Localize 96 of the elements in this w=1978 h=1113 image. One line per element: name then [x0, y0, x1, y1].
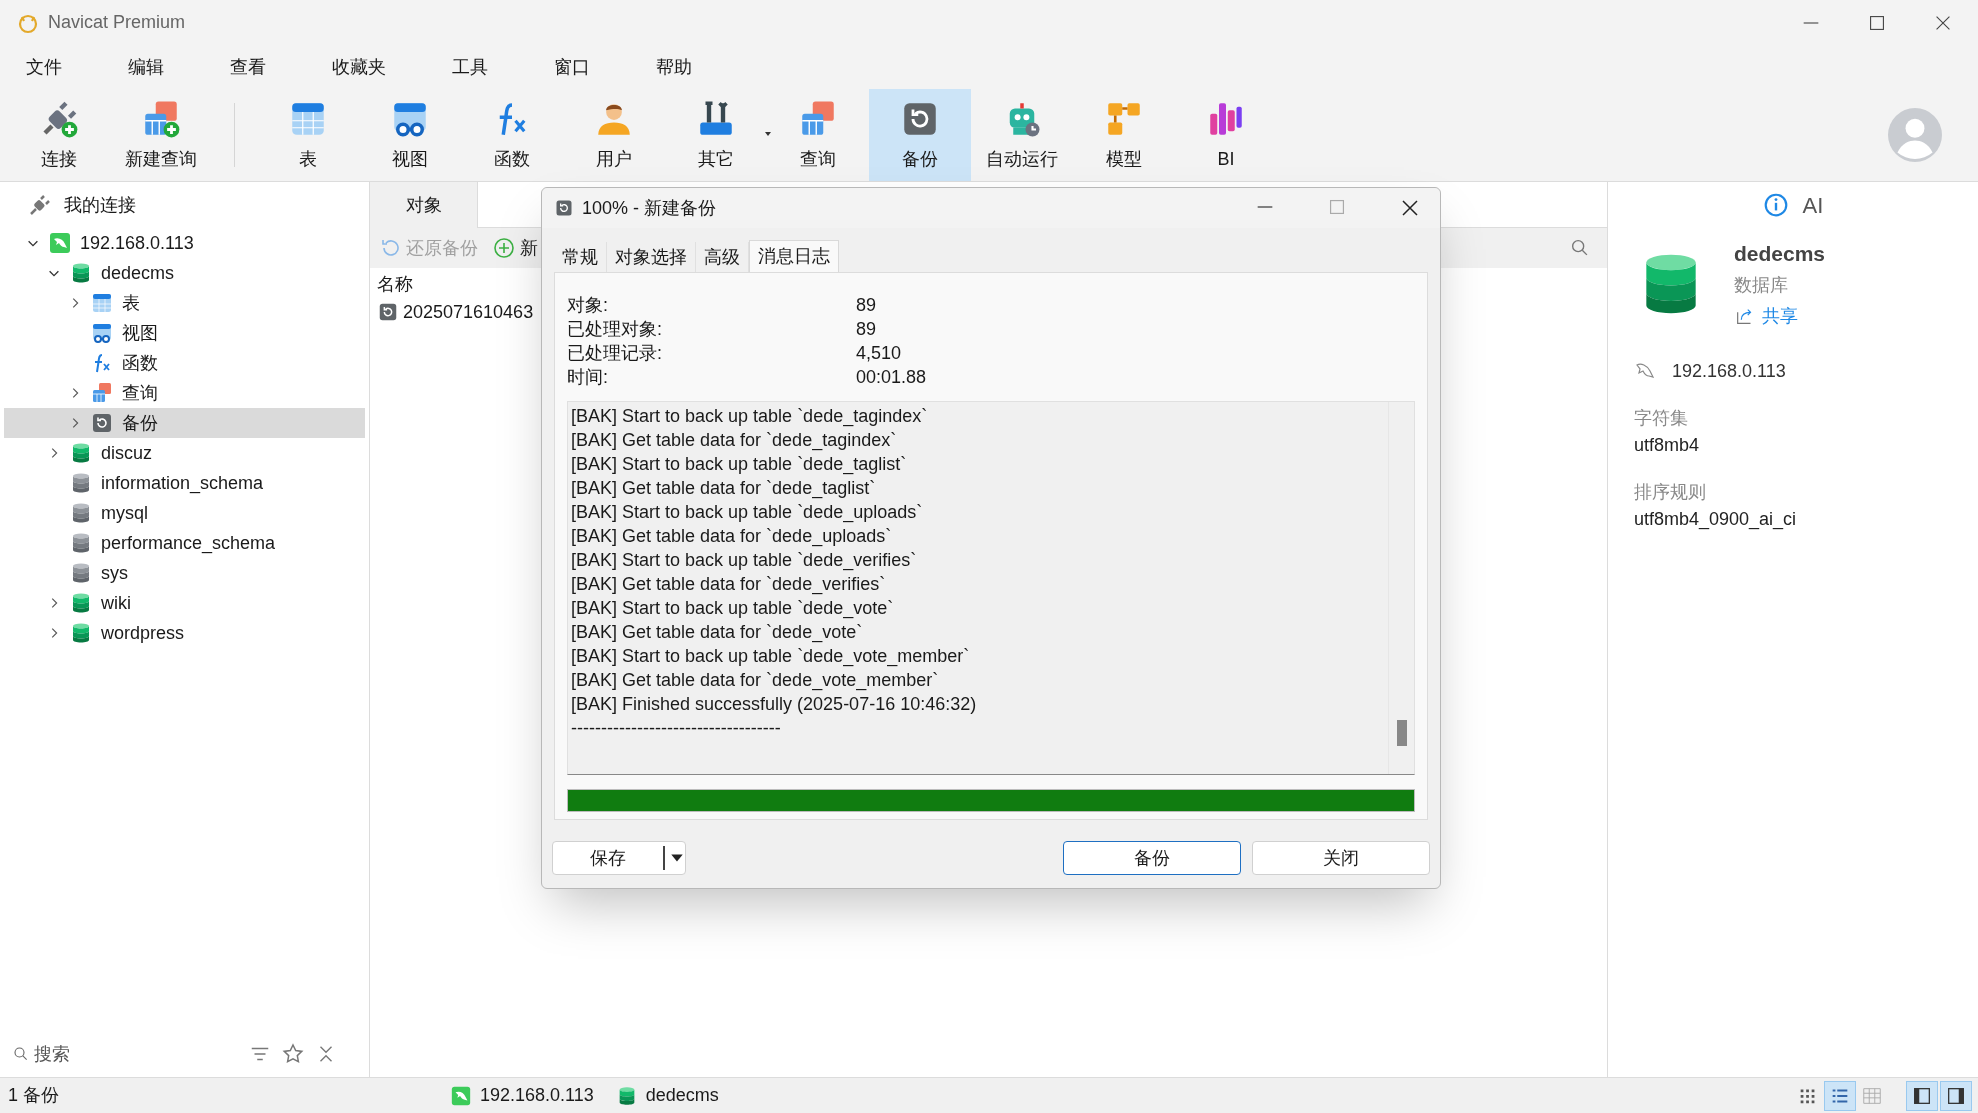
query-icon — [90, 381, 114, 405]
status-text: 1 备份 — [7, 1084, 60, 1107]
stat-value: 89 — [856, 318, 878, 341]
database-name: dedecms — [1734, 241, 1826, 267]
toolbar-action[interactable]: 新 — [492, 234, 538, 262]
toolbar-button[interactable]: 连接 — [8, 89, 110, 181]
stat-label: 已处理记录: — [567, 342, 663, 365]
right-panel-button[interactable] — [1940, 1080, 1972, 1111]
toolbar-button[interactable]: 其它 — [665, 89, 767, 181]
stat-label: 已处理对象: — [567, 318, 663, 341]
toolbar-button[interactable]: 查询 — [767, 89, 869, 181]
backup-icon — [90, 411, 114, 435]
log-line: [BAK] Get table data for `dede_tagindex` — [571, 429, 898, 452]
star-icon[interactable] — [281, 1042, 305, 1066]
stat-label: 对象: — [567, 294, 609, 317]
menu-item[interactable]: 窗口 — [540, 53, 604, 81]
toolbar-button[interactable]: 新建查询 — [110, 89, 212, 181]
search-field[interactable]: 搜索 — [34, 1040, 214, 1068]
log-line: [BAK] Start to back up table `dede_vote_member` — [571, 645, 971, 668]
column-header: 名称 — [377, 272, 414, 296]
database-name: dedecms — [645, 1084, 719, 1107]
tree-item[interactable]: dedecms — [4, 258, 365, 288]
backup-icon — [377, 301, 399, 323]
toolbar-button[interactable]: 备份 — [869, 89, 971, 181]
ai-tab[interactable]: AI — [1802, 188, 1824, 222]
toolbar-button[interactable]: 自动运行 — [971, 89, 1073, 181]
tree-item[interactable]: information_schema — [4, 468, 365, 498]
log-line: [BAK] Get table data for `dede_uploads` — [571, 525, 893, 548]
tree-item[interactable]: wordpress — [4, 618, 365, 648]
tree-item[interactable]: wiki — [4, 588, 365, 618]
dialog-title: 100% - 新建备份 — [582, 196, 718, 220]
dialog-button[interactable]: 备份 — [1063, 841, 1241, 875]
stat-label: 时间: — [567, 366, 609, 389]
log-line: ----------------------------------- — [571, 717, 782, 740]
dialog-button[interactable]: 关闭 — [1252, 841, 1430, 875]
search-icon — [12, 1045, 30, 1063]
dialog-tab[interactable]: 消息日志 — [749, 240, 839, 272]
sidebar-header: 我的连接 — [64, 193, 136, 217]
dolphin-icon — [450, 1084, 472, 1107]
share-link[interactable]: 共享 — [1734, 302, 1826, 330]
view-icon — [90, 321, 114, 345]
tree-item[interactable]: 函数 — [4, 348, 365, 378]
object-type: 数据库 — [1734, 273, 1789, 297]
connection-name: 192.168.0.113 — [1672, 359, 1786, 383]
table-icon — [90, 291, 114, 315]
menu-item[interactable]: 文件 — [12, 53, 76, 81]
log-line: [BAK] Finished successfully (2025-07-16 10:46:32) — [571, 693, 978, 716]
log-line: [BAK] Start to back up table `dede_verifies` — [571, 549, 918, 572]
connection-name: 192.168.0.113 — [480, 1084, 594, 1107]
toolbar-button[interactable]: BI — [1175, 89, 1277, 181]
toolbar-button[interactable]: 模型 — [1073, 89, 1175, 181]
stat-value: 4,510 — [856, 342, 903, 365]
toolbar-button[interactable]: 用户 — [563, 89, 665, 181]
tree-item[interactable]: 查询 — [4, 378, 365, 408]
tree-item[interactable]: sys — [4, 558, 365, 588]
log-line: [BAK] Start to back up table `dede_tagindex` — [571, 405, 929, 428]
log-line: [BAK] Get table data for `dede_verifies` — [571, 573, 887, 596]
stat-value: 89 — [856, 294, 878, 317]
backup-file-name[interactable]: 2025071610463 — [403, 298, 534, 326]
dolphin-icon — [48, 231, 72, 255]
save-button[interactable]: 保存 — [552, 841, 686, 875]
plus-icon — [492, 236, 516, 260]
menu-item[interactable]: 收藏夹 — [318, 53, 400, 81]
stat-value: 00:01.88 — [856, 366, 928, 389]
log-line: [BAK] Start to back up table `dede_taglist` — [571, 453, 908, 476]
scrollbar-thumb[interactable] — [1397, 720, 1407, 746]
tree-item[interactable]: performance_schema — [4, 528, 365, 558]
window-title: Navicat Premium — [48, 11, 187, 34]
menu-item[interactable]: 工具 — [438, 53, 502, 81]
menu-item[interactable]: 编辑 — [114, 53, 178, 81]
info-icon[interactable] — [1762, 192, 1789, 218]
toolbar-button[interactable]: 视图 — [359, 89, 461, 181]
menu-item[interactable]: 帮助 — [642, 53, 706, 81]
tree-item[interactable]: mysql — [4, 498, 365, 528]
field-value: utf8mb4 — [1634, 433, 1701, 457]
tree-item[interactable]: 表 — [4, 288, 365, 318]
list-view-button[interactable] — [1824, 1080, 1856, 1111]
toolbar-button[interactable]: 表 — [257, 89, 359, 181]
tree-item[interactable]: discuz — [4, 438, 365, 468]
log-line: [BAK] Get table data for `dede_taglist` — [571, 477, 877, 500]
field-value: utf8mb4_0900_ai_ci — [1634, 507, 1798, 532]
log-line: [BAK] Get table data for `dede_vote` — [571, 621, 864, 644]
field-label: 排序规则 — [1634, 480, 1707, 504]
plug-icon — [28, 193, 52, 217]
tree-item[interactable]: 192.168.0.113 — [4, 228, 365, 258]
toolbar-button[interactable]: 函数 — [461, 89, 563, 181]
menu-item[interactable]: 查看 — [216, 53, 280, 81]
log-line: [BAK] Start to back up table `dede_uploads` — [571, 501, 924, 524]
backup-icon — [554, 198, 574, 218]
log-line: [BAK] Get table data for `dede_vote_member` — [571, 669, 940, 692]
left-panel-button[interactable] — [1906, 1080, 1938, 1111]
tree-item[interactable]: 备份 — [4, 408, 365, 438]
tree-item[interactable]: 视图 — [4, 318, 365, 348]
caret-icon[interactable] — [663, 846, 685, 870]
log-line: [BAK] Start to back up table `dede_vote` — [571, 597, 895, 620]
field-label: 字符集 — [1634, 406, 1689, 430]
